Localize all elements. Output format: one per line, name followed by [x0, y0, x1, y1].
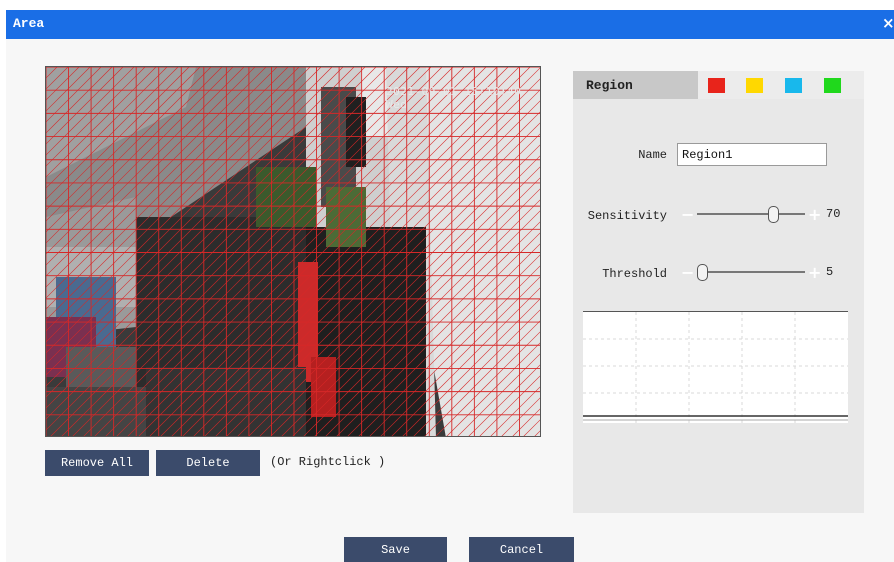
- sensitivity-value: 70: [826, 207, 841, 221]
- threshold-value: 5: [826, 265, 834, 279]
- title-bar: Area ×: [6, 10, 894, 39]
- motion-level-graph: [583, 311, 848, 423]
- threshold-thumb[interactable]: [697, 264, 709, 281]
- sensitivity-slider[interactable]: − + 70: [681, 205, 851, 224]
- region-panel: Region Name Sensitivity − + 70 Threshold…: [573, 71, 864, 513]
- motion-graph-canvas: [583, 312, 848, 423]
- video-preview[interactable]: 2021-09-01 15:10:40 Wed: [45, 66, 541, 437]
- tab-region[interactable]: Region: [573, 71, 698, 99]
- sensitivity-track[interactable]: [697, 213, 805, 215]
- sensitivity-label: Sensitivity: [587, 209, 667, 223]
- save-button[interactable]: Save: [344, 537, 447, 562]
- region-color-yellow[interactable]: [746, 78, 763, 93]
- cancel-button[interactable]: Cancel: [469, 537, 574, 562]
- name-label: Name: [638, 148, 667, 162]
- rightclick-hint: (Or Rightclick ): [270, 455, 386, 469]
- sensitivity-thumb[interactable]: [767, 206, 779, 223]
- threshold-slider[interactable]: − + 5: [681, 263, 851, 282]
- region-color-green[interactable]: [824, 78, 841, 93]
- region-color-strip: [698, 71, 864, 99]
- tab-region-label: Region: [586, 78, 633, 93]
- detection-grid-overlay[interactable]: [46, 67, 541, 437]
- area-dialog: Area × 2021-09-01 15:10:40 Wed Remove Al…: [6, 10, 894, 562]
- region-name-input[interactable]: [677, 143, 827, 166]
- threshold-plus-icon[interactable]: +: [808, 263, 821, 282]
- threshold-minus-icon[interactable]: −: [681, 263, 694, 282]
- sensitivity-minus-icon[interactable]: −: [681, 205, 694, 224]
- delete-button[interactable]: Delete: [156, 450, 260, 476]
- dialog-title: Area: [13, 16, 45, 31]
- threshold-label: Threshold: [602, 267, 667, 281]
- region-color-red[interactable]: [708, 78, 725, 93]
- threshold-track[interactable]: [697, 271, 805, 273]
- close-icon[interactable]: ×: [882, 14, 894, 32]
- osd-timestamp: 2021-09-01 15:10:40 Wed: [386, 85, 522, 111]
- region-color-cyan[interactable]: [785, 78, 802, 93]
- remove-all-button[interactable]: Remove All: [45, 450, 149, 476]
- sensitivity-plus-icon[interactable]: +: [808, 205, 821, 224]
